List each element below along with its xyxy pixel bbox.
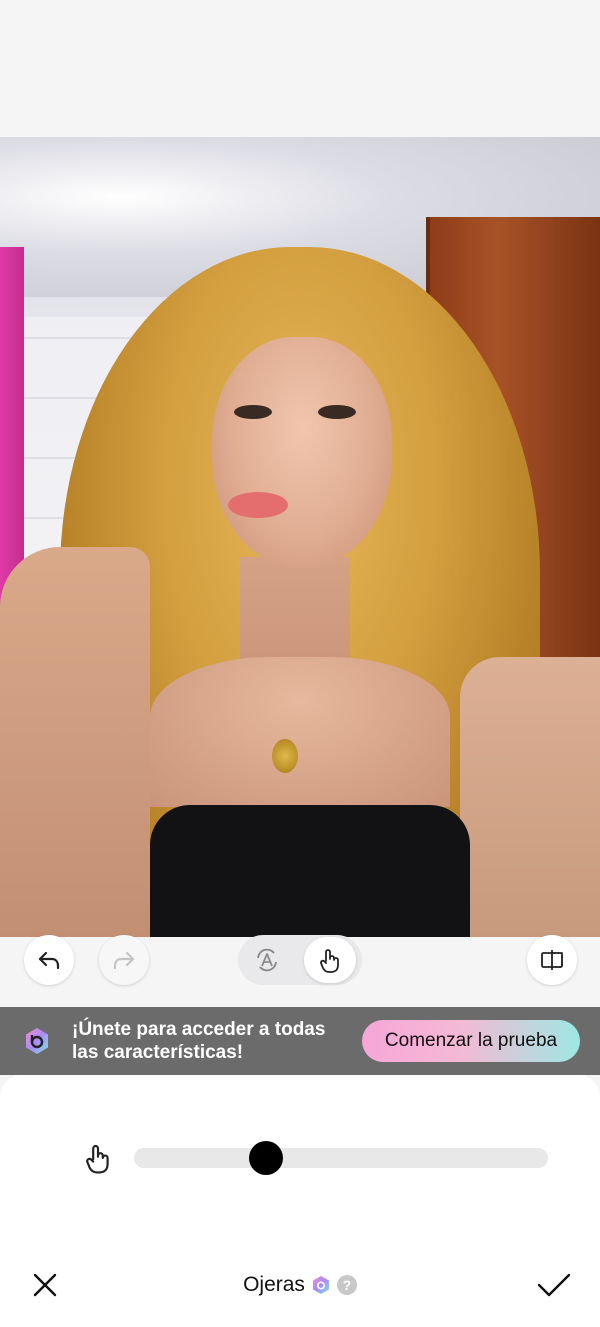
hand-touch-icon: [320, 949, 339, 973]
promo-text: ¡Únete para acceder a todas las caracter…: [72, 1019, 326, 1063]
photo-face: [212, 337, 392, 567]
start-trial-button[interactable]: Comenzar la prueba: [362, 1020, 580, 1062]
photo-top: [150, 805, 470, 937]
mode-toggle: [238, 935, 362, 985]
undo-button[interactable]: [24, 935, 74, 985]
compare-button[interactable]: [527, 935, 577, 985]
help-button[interactable]: ?: [336, 1275, 357, 1295]
undo-icon: [38, 951, 60, 970]
check-icon[interactable]: [535, 1268, 573, 1302]
photo-shoulder: [460, 657, 600, 937]
photo-chest: [150, 657, 450, 807]
auto-mode-icon: [257, 948, 277, 972]
redo-icon: [113, 951, 135, 970]
top-bar: [0, 0, 600, 137]
promo-banner: ¡Únete para acceder a todas las caracter…: [0, 1007, 600, 1075]
edit-toolbar: [0, 935, 600, 1007]
intensity-slider[interactable]: [134, 1141, 548, 1175]
redo-button[interactable]: [99, 935, 149, 985]
manual-mode-button[interactable]: [304, 937, 356, 983]
photo-canvas[interactable]: [0, 137, 600, 937]
feature-label: Ojeras: [243, 1273, 305, 1296]
feature-title: Ojeras ?: [200, 1270, 400, 1300]
photo-arm: [0, 547, 150, 937]
auto-mode-button[interactable]: [244, 937, 290, 983]
slider-thumb[interactable]: [249, 1141, 284, 1175]
photo-pendant: [272, 739, 298, 773]
compare-split-icon: [541, 950, 563, 970]
hand-touch-icon: [86, 1144, 109, 1174]
photo-eye-right: [318, 405, 356, 419]
premium-logo-icon: [26, 1028, 48, 1054]
premium-gem-icon: [312, 1276, 329, 1294]
photo-lips: [228, 492, 288, 518]
adjust-panel: Ojeras ?: [0, 1075, 600, 1327]
slider-fill: [134, 1148, 267, 1168]
close-icon[interactable]: [28, 1268, 62, 1302]
photo-eye-left: [234, 405, 272, 419]
